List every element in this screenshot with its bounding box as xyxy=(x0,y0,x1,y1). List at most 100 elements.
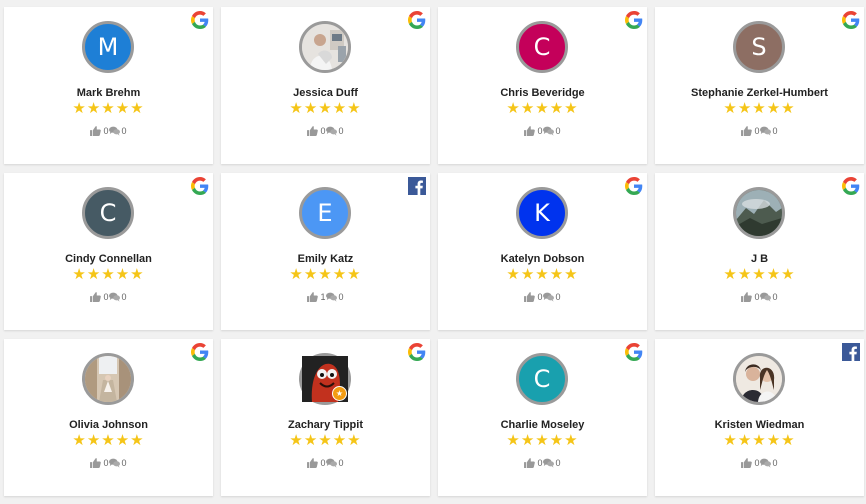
review-card[interactable]: C Charlie Moseley ★★★★★ 0 0 xyxy=(438,339,647,496)
avatar-initial: M xyxy=(97,33,119,61)
google-icon[interactable] xyxy=(842,11,860,29)
review-stats: 00 xyxy=(4,292,213,302)
google-icon[interactable] xyxy=(625,343,643,361)
avatar[interactable] xyxy=(299,21,351,73)
like-button[interactable]: 0 xyxy=(524,292,543,302)
comment-count: 0 xyxy=(555,458,561,468)
avatar[interactable]: C xyxy=(82,187,134,239)
review-stats: 00 xyxy=(655,458,864,468)
google-icon[interactable] xyxy=(842,177,860,195)
avatar[interactable]: S xyxy=(733,21,785,73)
google-icon[interactable] xyxy=(408,11,426,29)
comment-button[interactable]: 0 xyxy=(108,126,127,136)
review-card[interactable]: ★ Zachary Tippit ★★★★★ 0 0 xyxy=(221,339,430,496)
thumbs-up-icon xyxy=(307,458,319,468)
reviewer-name: Katelyn Dobson xyxy=(500,253,585,265)
star-rating: ★★★★★ xyxy=(506,99,579,117)
review-card[interactable]: Olivia Johnson ★★★★★ 0 0 xyxy=(4,339,213,496)
avatar[interactable] xyxy=(733,187,785,239)
like-button[interactable]: 0 xyxy=(524,458,543,468)
star-rating: ★★★★★ xyxy=(72,99,145,117)
comment-button[interactable]: 0 xyxy=(542,292,561,302)
thumbs-up-icon xyxy=(524,292,536,302)
thumbs-up-icon xyxy=(90,458,102,468)
like-button[interactable]: 0 xyxy=(90,292,109,302)
like-button[interactable]: 0 xyxy=(741,292,760,302)
google-icon[interactable] xyxy=(191,11,209,29)
review-stats: 00 xyxy=(438,292,647,302)
thumbs-up-icon xyxy=(90,292,102,302)
reviewer-name: Jessica Duff xyxy=(293,87,358,99)
avatar[interactable]: ★ xyxy=(299,353,351,405)
avatar[interactable]: K xyxy=(516,187,568,239)
like-button[interactable]: 1 xyxy=(307,292,326,302)
reviews-grid: M Mark Brehm ★★★★★ 0 0 Jessica Duff ★★★★★ 0 0 C Ch… xyxy=(4,7,864,496)
review-card[interactable]: C Cindy Connellan ★★★★★ 0 0 xyxy=(4,173,213,330)
review-stats: 00 xyxy=(438,458,647,468)
review-stats: 00 xyxy=(221,458,430,468)
google-icon[interactable] xyxy=(625,177,643,195)
comment-button[interactable]: 0 xyxy=(542,126,561,136)
reviewer-name: Olivia Johnson xyxy=(69,419,148,431)
review-stats: 00 xyxy=(655,292,864,302)
review-card[interactable]: S Stephanie Zerkel-Humbert ★★★★★ 0 0 xyxy=(655,7,864,164)
avatar[interactable]: E xyxy=(299,187,351,239)
facebook-icon[interactable] xyxy=(408,177,426,195)
reviewer-name: Zachary Tippit xyxy=(288,419,363,431)
comment-icon xyxy=(325,458,337,468)
like-button[interactable]: 0 xyxy=(307,126,326,136)
like-button[interactable]: 0 xyxy=(90,126,109,136)
comment-count: 0 xyxy=(772,458,778,468)
comment-count: 0 xyxy=(338,292,344,302)
comment-count: 0 xyxy=(772,292,778,302)
comment-button[interactable]: 0 xyxy=(759,292,778,302)
google-icon[interactable] xyxy=(625,11,643,29)
star-rating: ★★★★★ xyxy=(289,265,362,283)
avatar[interactable]: M xyxy=(82,21,134,73)
comment-button[interactable]: 0 xyxy=(325,458,344,468)
review-card[interactable]: C Chris Beveridge ★★★★★ 0 0 xyxy=(438,7,647,164)
facebook-icon[interactable] xyxy=(842,343,860,361)
comment-button[interactable]: 0 xyxy=(542,458,561,468)
review-card[interactable]: J B ★★★★★ 0 0 xyxy=(655,173,864,330)
reviewer-name: Cindy Connellan xyxy=(65,253,152,265)
review-card[interactable]: Jessica Duff ★★★★★ 0 0 xyxy=(221,7,430,164)
star-rating: ★★★★★ xyxy=(72,431,145,449)
like-button[interactable]: 0 xyxy=(741,458,760,468)
reviewer-name: Kristen Wiedman xyxy=(714,419,805,431)
comment-button[interactable]: 0 xyxy=(325,126,344,136)
like-button[interactable]: 0 xyxy=(524,126,543,136)
comment-button[interactable]: 0 xyxy=(759,126,778,136)
avatar[interactable]: C xyxy=(516,21,568,73)
thumbs-up-icon xyxy=(90,126,102,136)
google-icon[interactable] xyxy=(191,177,209,195)
review-card[interactable]: K Katelyn Dobson ★★★★★ 0 0 xyxy=(438,173,647,330)
comment-button[interactable]: 0 xyxy=(759,458,778,468)
reviewer-name: Charlie Moseley xyxy=(500,419,585,431)
thumbs-up-icon xyxy=(524,458,536,468)
like-button[interactable]: 0 xyxy=(90,458,109,468)
comment-count: 0 xyxy=(121,458,127,468)
comment-icon xyxy=(108,292,120,302)
comment-button[interactable]: 0 xyxy=(108,458,127,468)
avatar-initial: C xyxy=(533,365,551,393)
review-card[interactable]: E Emily Katz ★★★★★ 1 0 xyxy=(221,173,430,330)
avatar[interactable] xyxy=(733,353,785,405)
like-button[interactable]: 0 xyxy=(741,126,760,136)
comment-button[interactable]: 0 xyxy=(108,292,127,302)
google-icon[interactable] xyxy=(408,343,426,361)
comment-button[interactable]: 0 xyxy=(325,292,344,302)
review-card[interactable]: M Mark Brehm ★★★★★ 0 0 xyxy=(4,7,213,164)
star-rating: ★★★★★ xyxy=(289,431,362,449)
like-button[interactable]: 0 xyxy=(307,458,326,468)
comment-icon xyxy=(759,292,771,302)
avatar[interactable] xyxy=(82,353,134,405)
star-rating: ★★★★★ xyxy=(723,431,796,449)
avatar-initial: S xyxy=(751,33,767,61)
avatar[interactable]: C xyxy=(516,353,568,405)
review-card[interactable]: Kristen Wiedman ★★★★★ 0 0 xyxy=(655,339,864,496)
thumbs-up-icon xyxy=(307,126,319,136)
comment-icon xyxy=(542,126,554,136)
google-icon[interactable] xyxy=(191,343,209,361)
thumbs-up-icon xyxy=(741,292,753,302)
